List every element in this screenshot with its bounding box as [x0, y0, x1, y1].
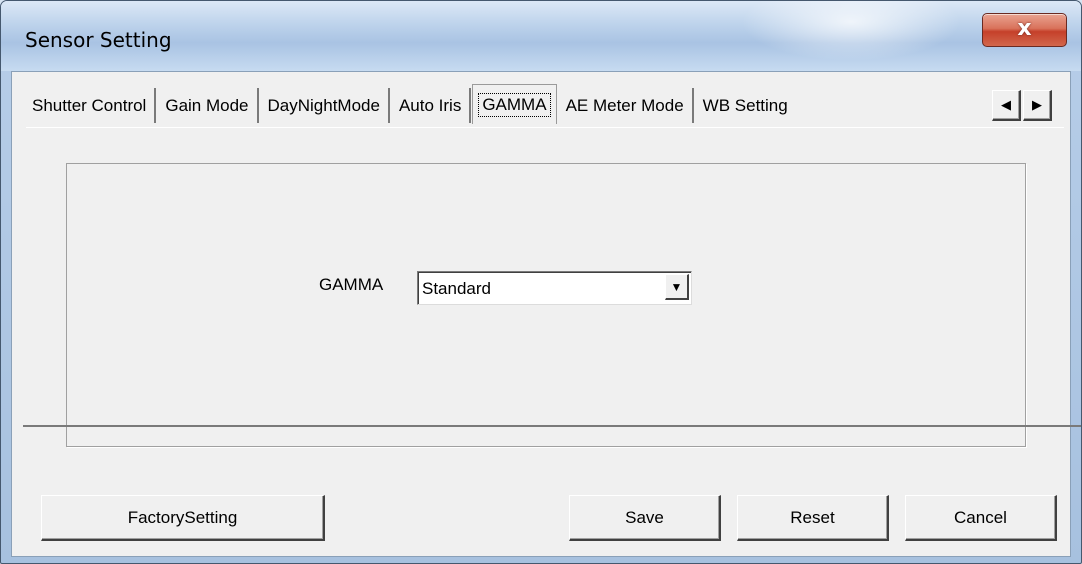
tab-scroll-left-button[interactable]: ◀	[992, 90, 1021, 121]
arrow-right-icon: ▶	[1032, 97, 1042, 112]
factory-setting-button[interactable]: FactorySetting	[41, 495, 325, 541]
title-bar[interactable]: Sensor Setting x	[1, 1, 1081, 71]
save-button[interactable]: Save	[569, 495, 721, 541]
gamma-label: GAMMA	[319, 275, 384, 294]
title-glow	[741, 1, 961, 61]
tab-label: WB Setting	[702, 95, 788, 115]
gamma-select-value: Standard	[422, 279, 491, 298]
chevron-down-icon: ▼	[670, 279, 683, 294]
arrow-left-icon: ◀	[1001, 97, 1011, 112]
tab-auto-iris[interactable]: Auto Iris	[391, 88, 472, 123]
cancel-button[interactable]: Cancel	[905, 495, 1057, 541]
tab-label: GAMMA	[478, 92, 551, 117]
tab-scroll-controls: ◀ ▶	[992, 90, 1052, 121]
tab-ae-meter-mode[interactable]: AE Meter Mode	[558, 88, 694, 123]
dialog-body: Shutter Control Gain Mode DayNightMode A…	[11, 71, 1071, 557]
tab-wb-setting[interactable]: WB Setting	[695, 88, 796, 123]
gamma-select[interactable]: Standard ▼	[417, 271, 692, 305]
close-icon: x	[1017, 16, 1032, 41]
tab-label: Auto Iris	[398, 95, 462, 115]
tab-scroll-right-button[interactable]: ▶	[1023, 90, 1052, 121]
tab-label: DayNightMode	[267, 95, 380, 115]
tab-panel-edge	[26, 127, 1064, 128]
tab-shutter-control[interactable]: Shutter Control	[24, 88, 157, 123]
reset-button[interactable]: Reset	[737, 495, 889, 541]
tab-label: Gain Mode	[165, 95, 249, 115]
tab-label: AE Meter Mode	[565, 95, 684, 115]
tab-gamma[interactable]: GAMMA	[472, 84, 557, 124]
tab-day-night-mode[interactable]: DayNightMode	[260, 88, 390, 123]
gamma-group-box	[66, 163, 1026, 447]
tab-gain-mode[interactable]: Gain Mode	[157, 88, 259, 123]
button-row-divider	[23, 425, 1081, 427]
tab-label: Shutter Control	[32, 95, 147, 115]
gamma-dropdown-button[interactable]: ▼	[665, 274, 689, 300]
sensor-setting-window: Sensor Setting x Shutter Control Gain Mo…	[0, 0, 1082, 564]
window-title: Sensor Setting	[25, 28, 172, 52]
close-button[interactable]: x	[982, 13, 1067, 47]
tab-strip: Shutter Control Gain Mode DayNightMode A…	[24, 84, 797, 124]
